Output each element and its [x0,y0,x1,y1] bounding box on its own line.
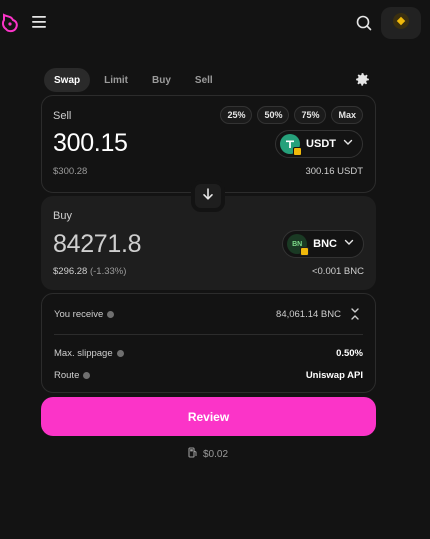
sell-label: Sell [53,110,72,122]
route-row: Route [54,370,91,381]
bnb-chain-badge-icon [300,247,310,256]
info-icon[interactable] [83,372,91,379]
gas-pump-icon [188,447,198,461]
max-button[interactable]: Max [331,106,363,124]
network-fee-value: $0.02 [203,448,229,460]
wallet-button[interactable] [381,7,421,39]
buy-balance: <0.001 BNC [311,266,364,277]
swap-mode-tabs: Swap Limit Buy Sell [44,68,223,92]
max-slippage-label: Max. slippage [54,348,113,359]
bnb-icon [392,12,410,35]
buy-amount-input[interactable]: 84271.8 [53,230,142,259]
tab-sell[interactable]: Sell [185,68,223,92]
settings-gear-icon[interactable] [354,71,371,88]
info-icon[interactable] [107,311,115,318]
network-fee[interactable]: $0.02 [188,447,228,461]
arrow-down-icon [201,187,215,206]
info-icon[interactable] [116,350,124,357]
swap-details-panel: You receive 84,061.14 BNC Max. slippage … [41,293,376,393]
search-icon[interactable] [354,13,374,33]
sell-amount-input[interactable]: 300.15 [53,129,128,158]
buy-label: Buy [53,210,72,222]
buy-usd-change: (-1.33%) [89,266,127,277]
tab-limit[interactable]: Limit [94,68,138,92]
chevron-down-icon [343,235,355,253]
sell-token-symbol: USDT [306,138,336,150]
tab-buy[interactable]: Buy [142,68,181,92]
details-divider [54,334,363,335]
you-receive-label: You receive [54,309,104,320]
buy-token-selector[interactable]: BN BNC [282,230,364,258]
bnc-icon: BN [287,234,310,256]
percent-75-button[interactable]: 75% [294,106,327,124]
route-value: Uniswap API [305,370,363,381]
buy-token-symbol: BNC [313,238,337,250]
max-slippage-row: Max. slippage [54,348,124,359]
percent-25-button[interactable]: 25% [220,106,253,124]
sell-usd-value: $300.28 [53,166,88,177]
sell-panel: Sell 25% 50% 75% Max 300.15 USDT $300.28… [41,95,376,193]
bnb-chain-badge-icon [293,147,303,156]
tab-swap[interactable]: Swap [44,68,91,92]
you-receive-value: 84,061.14 BNC [276,309,341,320]
route-label: Route [54,370,80,381]
sell-token-selector[interactable]: USDT [275,130,363,158]
percent-buttons: 25% 50% 75% Max [220,106,363,124]
expand-collapse-icon[interactable] [349,307,361,326]
buy-usd-value: $296.28 (-1.33%) [53,266,126,277]
review-button[interactable]: Review [41,397,376,436]
usdt-icon [280,134,303,156]
buy-usd-amount: $296.28 [53,266,88,277]
max-slippage-value[interactable]: 0.50% [336,348,363,359]
switch-direction-button[interactable] [191,180,225,212]
you-receive-row: You receive [54,309,115,320]
sell-balance: 300.16 USDT [305,166,363,177]
percent-50-button[interactable]: 50% [257,106,290,124]
hamburger-menu-icon[interactable] [30,14,48,30]
uniswap-logo-icon[interactable] [0,12,20,34]
chevron-down-icon [342,135,354,153]
